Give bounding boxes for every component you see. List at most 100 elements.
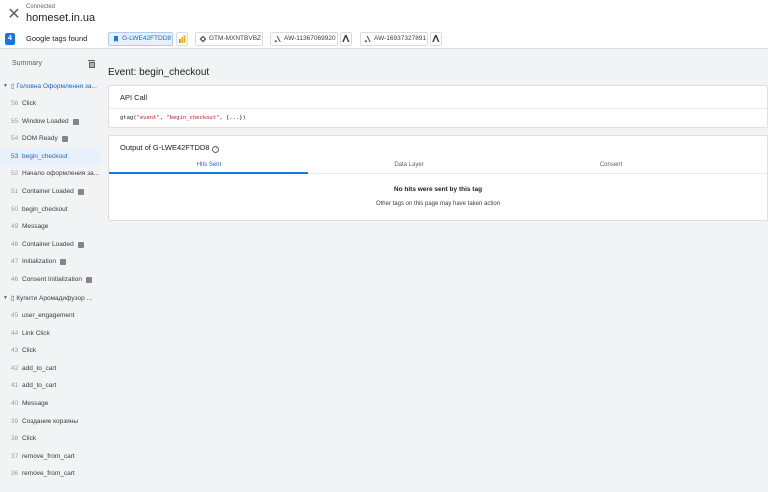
event-number: 43 [11,347,19,355]
event-item[interactable]: 37 remove_from_cart [0,448,101,465]
event-number: 53 [11,152,19,160]
event-number: 41 [11,382,19,390]
tag-fired-icon [85,277,92,283]
event-item[interactable]: 46 Consent Initialization [0,271,101,288]
event-number: 50 [11,205,19,213]
tag-fired-icon [77,189,84,195]
site-name: homeset.in.ua [26,12,96,24]
event-label: remove_from_cart [22,470,75,478]
event-number: 55 [11,117,19,125]
event-label: Message [22,223,49,231]
event-number: 38 [11,435,19,443]
event-item[interactable]: 52 Начало оформления за... [0,165,101,182]
tag-bar: 4 Google tags found G-LWE42FTDD8 GTM-MXN… [0,30,768,49]
summary-row[interactable]: Summary [0,57,103,71]
event-number: 51 [11,188,19,195]
event-label: remove_from_cart [22,452,75,460]
empty-state-title: No hits were sent by this tag [393,186,483,193]
tags-found-label: Google tags found [26,34,88,43]
event-label: Container Loaded [22,188,74,195]
google-ads-logo-icon[interactable] [430,32,442,46]
event-item[interactable]: 36 remove_from_cart [0,465,101,482]
clear-events-icon[interactable] [87,59,97,69]
event-number: 48 [11,240,19,248]
api-call-header: API Call [120,93,148,102]
event-label: DOM Ready [22,135,58,143]
event-label: Message [22,400,49,407]
event-number: 40 [11,400,19,407]
event-label: Container Loaded [22,240,74,248]
tag-fired-icon [59,259,66,266]
event-item[interactable]: 47 Initialization [0,253,101,270]
event-item[interactable]: 56 Click [0,95,101,112]
tag-output-header: Output of G-LWE42FTDD8? [120,143,220,153]
page-group-label: Головна Оформлення за... [16,83,97,90]
page-group-1[interactable]: ▼ ▯ Головна Оформлення за... [0,78,101,95]
tag-chip-ads-1[interactable]: AW-11367069920 [270,32,338,46]
event-number: 47 [11,258,19,266]
event-label: begin_checkout [22,152,68,160]
event-number: 44 [11,329,19,337]
event-item[interactable]: 54 DOM Ready [0,130,101,147]
top-bar: ✕ Connected homeset.in.ua [0,0,768,30]
event-number: 49 [11,223,19,231]
summary-label: Summary [12,60,42,67]
google-ads-icon [364,36,371,43]
event-label: Link Click [22,329,50,337]
event-item[interactable]: 44 Link Click [0,325,101,342]
tag-output-card: Output of G-LWE42FTDD8? Hits Sent Data L… [108,135,768,221]
event-label: add_to_cart [22,382,57,390]
page-group-label: Купити Аромадифузор ... [16,295,92,302]
event-label: Click [22,435,37,443]
event-item[interactable]: 49 Message [0,218,101,235]
event-item[interactable]: 40 Message [0,395,101,412]
page-group-2[interactable]: ▼ ▯ Купити Аромадифузор ... [0,290,101,307]
empty-state-subtitle: Other tags on this page may have taken a… [375,201,501,207]
tab-consent[interactable]: Consent [511,157,711,174]
event-item[interactable]: 53 begin_checkout [0,147,101,165]
event-item[interactable]: 38 Click [0,430,101,447]
event-item[interactable]: 55 Window Loaded [0,113,101,130]
event-label: Начало оформления за... [22,170,100,178]
ga-tag-icon [114,36,118,42]
tag-chip-ga[interactable]: G-LWE42FTDD8 [108,32,173,46]
google-ads-logo-icon[interactable] [340,32,352,46]
event-number: 36 [11,470,19,478]
event-item[interactable]: 51 Container Loaded [0,183,101,200]
sidebar: Summary ▼ ▯ Головна Оформлення за... 56 C… [0,49,103,492]
event-item[interactable]: 48 Container Loaded [0,236,101,253]
event-item[interactable]: 41 add_to_cart [0,377,101,394]
tag-fired-icon [61,136,68,143]
event-label: user_engagement [22,312,75,319]
event-label: Initialization [22,258,56,266]
event-item[interactable]: 50 begin_checkout [0,201,101,218]
event-number: 56 [11,100,19,107]
event-number: 42 [11,364,19,372]
event-number: 46 [11,276,19,283]
close-icon[interactable]: ✕ [6,7,22,23]
event-number: 54 [11,135,19,143]
event-item[interactable]: 39 Создание корзины [0,413,101,430]
tag-chip-ads-2[interactable]: AW-16937327891 [360,32,428,46]
tag-chip-gtm[interactable]: GTM-MXNTBVBZ [195,32,263,46]
event-item[interactable]: 42 add_to_cart [0,360,101,377]
connection-status: Connected [26,4,56,10]
event-item[interactable]: 45 user_engagement [0,307,101,324]
help-icon[interactable]: ? [212,146,220,153]
tag-fired-icon [77,241,84,248]
event-label: Consent Initialization [22,276,82,283]
google-ads-icon [274,36,281,43]
ga-analytics-icon[interactable] [176,32,188,46]
page-title: Event: begin_checkout [108,67,210,78]
collapse-caret-icon: ▼ [3,83,8,89]
output-tabs: Hits Sent Data Layer Consent [109,157,767,174]
divider [109,108,767,109]
collapse-caret-icon: ▼ [3,295,8,301]
event-label: Создание корзины [22,417,79,425]
event-label: Click [22,100,37,107]
event-label: begin_checkout [22,205,68,213]
event-label: Window Loaded [22,117,69,125]
tab-data-layer[interactable]: Data Layer [309,157,509,174]
event-label: Click [22,347,37,355]
event-item[interactable]: 43 Click [0,342,101,359]
